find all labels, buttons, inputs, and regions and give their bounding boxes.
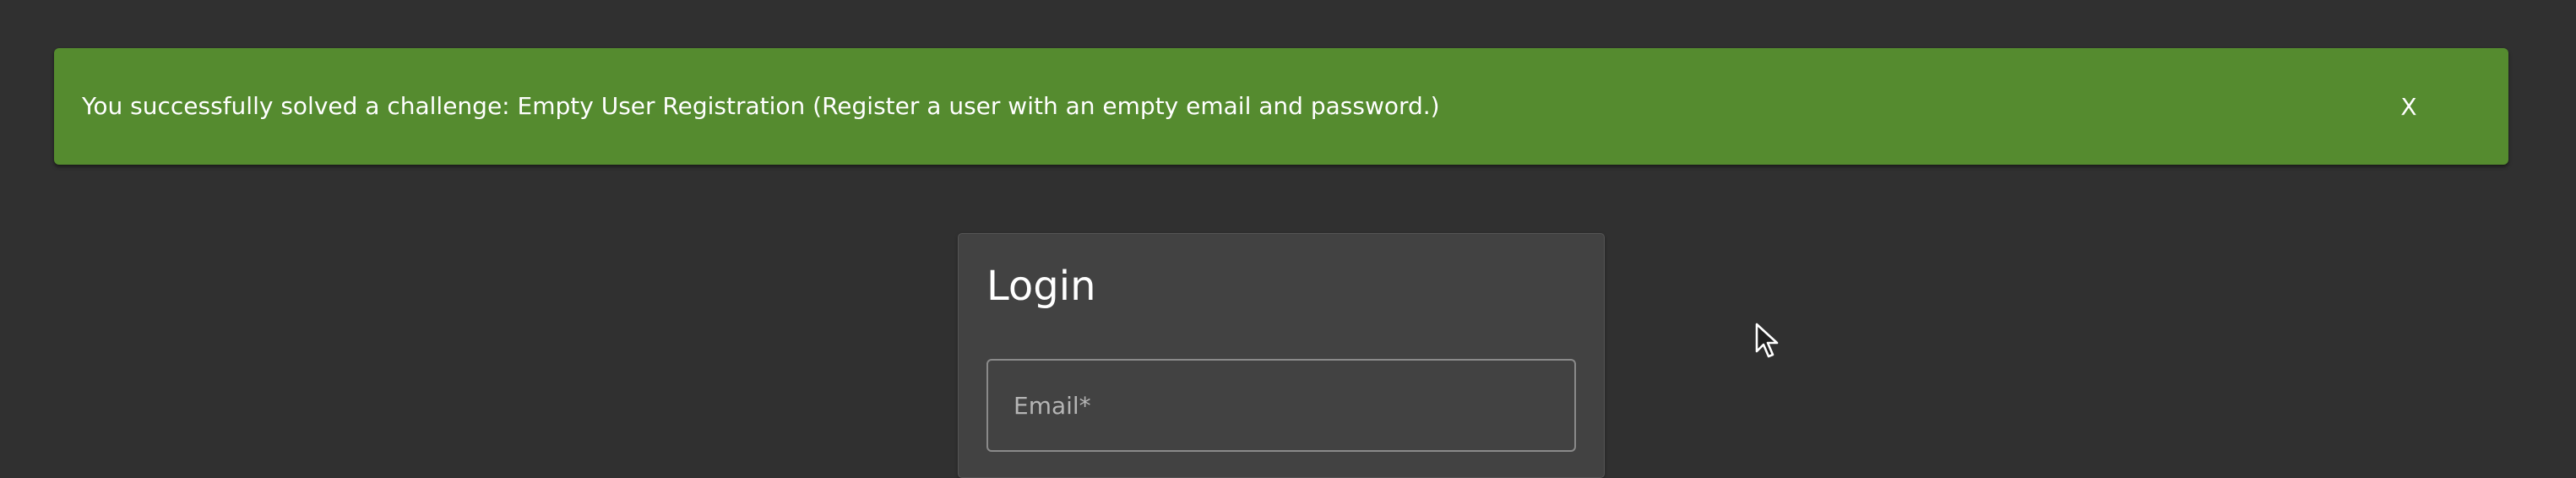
login-card: Login bbox=[958, 233, 1605, 478]
challenge-solved-notification: You successfully solved a challenge: Emp… bbox=[54, 48, 2508, 165]
cursor-pointer-icon bbox=[1755, 323, 1779, 358]
page-title: Login bbox=[986, 263, 1096, 310]
close-notification-button[interactable]: X bbox=[2360, 84, 2458, 129]
notification-message: You successfully solved a challenge: Emp… bbox=[82, 92, 1440, 120]
email-field[interactable] bbox=[986, 359, 1576, 452]
email-input[interactable] bbox=[988, 361, 1574, 450]
